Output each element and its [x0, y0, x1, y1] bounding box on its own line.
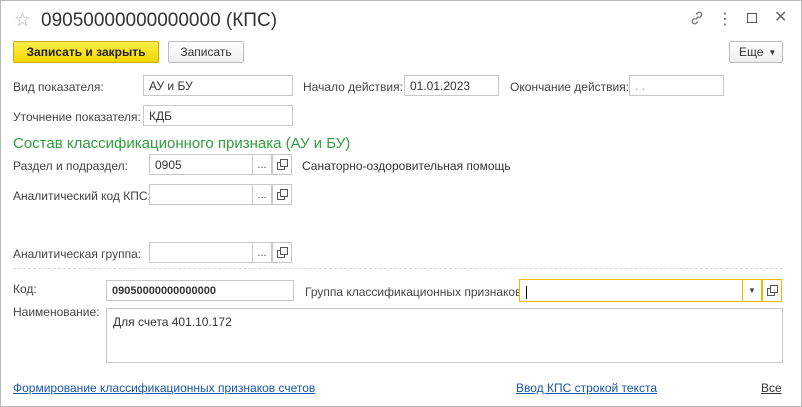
- close-icon[interactable]: ✕: [774, 7, 787, 27]
- text-caret: [526, 286, 527, 299]
- analytic-group-open-button[interactable]: [272, 242, 292, 263]
- end-date-label: Окончание действия:: [510, 80, 630, 94]
- analytic-code-open-button[interactable]: [272, 184, 292, 205]
- class-group-dropdown-button[interactable]: ▼: [742, 279, 762, 302]
- analytic-group-label: Аналитическая группа:: [13, 247, 142, 261]
- more-label: Еще: [739, 45, 764, 59]
- maximize-icon[interactable]: [747, 13, 757, 23]
- class-group-field[interactable]: [519, 279, 743, 302]
- open-icon: [766, 285, 778, 296]
- form-window: ☆ 09050000000000000 (КПС) ⋮ ✕ Записать и…: [0, 0, 802, 407]
- more-icon[interactable]: ⋮: [717, 9, 733, 29]
- indicator-refinement-label: Уточнение показателя:: [13, 110, 141, 124]
- page-title: 09050000000000000 (КПС): [41, 10, 278, 31]
- open-icon: [276, 159, 288, 170]
- save-and-close-button[interactable]: Записать и закрыть: [13, 41, 159, 63]
- name-label: Наименование:: [13, 305, 100, 319]
- analytic-group-field[interactable]: [149, 242, 253, 263]
- section-subsection-open-button[interactable]: [272, 154, 292, 175]
- analytic-group-select-button[interactable]: ...: [252, 242, 272, 263]
- all-link[interactable]: Все: [761, 381, 782, 395]
- name-textarea[interactable]: Для счета 401.10.172: [106, 308, 783, 363]
- analytic-code-label: Аналитический код КПС:: [13, 189, 151, 203]
- link-icon[interactable]: [689, 10, 705, 29]
- open-icon: [276, 189, 288, 200]
- indicator-type-label: Вид показателя:: [13, 80, 104, 94]
- section-subsection-field[interactable]: 0905: [149, 154, 253, 175]
- section-subsection-description: Санаторно-оздоровительная помощь: [302, 159, 511, 173]
- section-subsection-label: Раздел и подраздел:: [13, 159, 129, 173]
- class-group-open-button[interactable]: [762, 279, 782, 302]
- start-date-label: Начало действия:: [303, 80, 403, 94]
- code-field[interactable]: 09050000000000000: [106, 280, 294, 301]
- form-class-attributes-link[interactable]: Формирование классификационных признаков…: [13, 381, 315, 395]
- section-subsection-select-button[interactable]: ...: [252, 154, 272, 175]
- analytic-code-field[interactable]: [149, 184, 253, 205]
- star-icon[interactable]: ☆: [14, 9, 31, 32]
- open-icon: [276, 247, 288, 258]
- divider: [13, 268, 783, 269]
- save-button[interactable]: Записать: [168, 41, 244, 63]
- enter-kps-text-link[interactable]: Ввод КПС строкой текста: [516, 381, 657, 395]
- more-button[interactable]: Еще ▼: [729, 41, 783, 63]
- indicator-type-field[interactable]: АУ и БУ: [143, 75, 293, 96]
- end-date-field[interactable]: . .: [629, 75, 724, 96]
- class-group-label: Группа классификационных признаков:: [305, 285, 525, 299]
- section-title: Состав классификационного признака (АУ и…: [13, 135, 351, 152]
- start-date-field[interactable]: 01.01.2023: [404, 75, 499, 96]
- analytic-code-select-button[interactable]: ...: [252, 184, 272, 205]
- indicator-refinement-field[interactable]: КДБ: [143, 105, 293, 126]
- chevron-down-icon: ▼: [768, 47, 777, 57]
- chevron-down-icon: ▼: [748, 286, 756, 295]
- code-label: Код:: [13, 282, 37, 296]
